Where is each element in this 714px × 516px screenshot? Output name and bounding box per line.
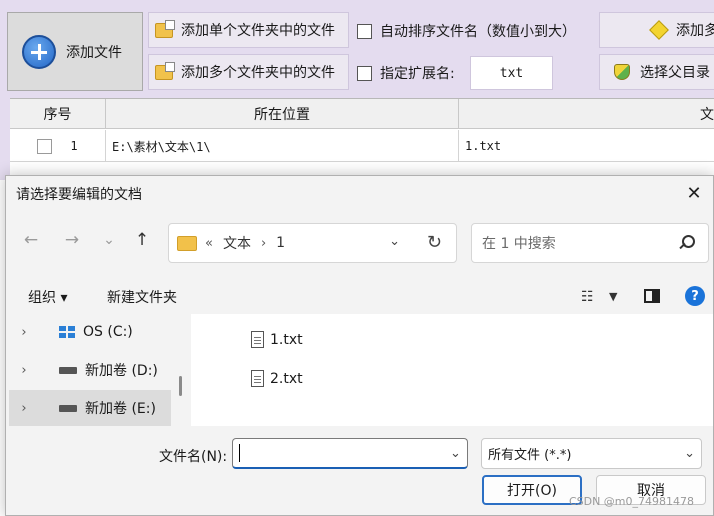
add-multi-folder-button[interactable]: 添加多个文件夹中的文件 [148, 54, 349, 90]
chevron-right-icon[interactable]: › [9, 325, 39, 340]
ext-label: 指定扩展名: [380, 66, 455, 82]
filename-label: 文件名(N): [159, 449, 228, 465]
tree-item-os-c[interactable]: › OS (C:) [9, 314, 171, 350]
filename-history-chevron-icon[interactable]: ⌄ [450, 446, 461, 461]
folder-add-icon [155, 61, 175, 80]
add-file-button[interactable]: 添加文件 [7, 12, 143, 91]
search-icon[interactable] [678, 235, 695, 251]
add-plus-icon [22, 34, 56, 69]
ext-input[interactable]: txt [470, 56, 553, 90]
chevron-right-icon[interactable]: › [9, 363, 39, 378]
row-checkbox[interactable] [37, 138, 53, 154]
file-grid: 序号 所在位置 文 1 E:\素材\文本\1\ 1.txt [10, 98, 714, 180]
file-list: 1.txt 2.txt [191, 314, 713, 426]
text-file-icon [251, 370, 264, 387]
table-row[interactable]: 1 E:\素材\文本\1\ 1.txt [10, 130, 714, 162]
tree-item-drive-e[interactable]: › 新加卷 (E:) [9, 390, 171, 426]
refresh-icon[interactable]: ↻ [427, 232, 442, 253]
list-item[interactable]: 1.txt [251, 331, 303, 348]
filename-input[interactable] [232, 438, 468, 469]
text-caret [239, 444, 240, 462]
tree-scrollbar[interactable] [179, 376, 182, 396]
row-index-cell: 1 [10, 130, 106, 162]
row-filename: 1.txt [465, 139, 502, 153]
auto-sort-checkbox[interactable]: 自动排序文件名（数值小到大） [357, 21, 576, 41]
file-name: 1.txt [270, 331, 303, 348]
search-input[interactable]: 在 1 中搜索 [471, 223, 709, 263]
auto-sort-label: 自动排序文件名（数值小到大） [380, 24, 576, 40]
command-bar: 组织 ▾ 新建文件夹 ☷ ▼ ? [6, 280, 713, 312]
col-name-header[interactable]: 文 [459, 99, 714, 129]
file-name: 2.txt [270, 370, 303, 387]
forward-arrow-icon[interactable]: → [61, 229, 83, 251]
background-app: 添加文件 添加单个文件夹中的文件 添加多个文件夹中的文件 自动排序文件名（数值小… [0, 0, 714, 180]
grid-header: 序号 所在位置 文 [10, 99, 714, 129]
checkbox-box[interactable] [357, 23, 372, 39]
shield-icon [614, 64, 630, 80]
drive-icon [59, 404, 77, 412]
dialog-title: 请选择要编辑的文档 [16, 187, 142, 203]
navigation-tree: › OS (C:) › 新加卷 (D:) › 新加卷 (E:) [9, 314, 175, 426]
windows-drive-icon [59, 326, 75, 338]
ext-checkbox[interactable]: 指定扩展名: [357, 63, 455, 83]
open-button[interactable]: 打开(O) [482, 475, 582, 505]
folder-add-icon [155, 19, 175, 38]
chevron-right-icon[interactable]: › [9, 401, 39, 416]
tree-item-label: 新加卷 (E:) [85, 401, 156, 417]
open-file-dialog: 请选择要编辑的文档 ✕ ← → ⌄ ↑ « 文本 › 1 ⌄ ↻ 在 1 中搜索… [5, 175, 714, 516]
file-type-value: 所有文件 (*.*) [488, 448, 572, 463]
add-file-label: 添加文件 [66, 44, 122, 61]
tree-item-drive-d[interactable]: › 新加卷 (D:) [9, 352, 171, 388]
add-multi-folder-label: 添加多个文件夹中的文件 [181, 65, 335, 81]
organize-menu[interactable]: 组织 ▾ [28, 287, 67, 307]
back-arrow-icon[interactable]: ← [20, 229, 42, 251]
row-location: E:\素材\文本\1\ [106, 130, 459, 162]
row-index: 1 [70, 139, 78, 153]
text-file-icon [251, 331, 264, 348]
add-more-button[interactable]: 添加多 [599, 12, 714, 48]
address-segment[interactable]: 1 [276, 235, 285, 251]
view-list-icon[interactable]: ☷ [581, 289, 594, 305]
col-location-header[interactable]: 所在位置 [106, 99, 459, 129]
chevron-down-icon[interactable]: ⌄ [684, 446, 695, 461]
file-type-select[interactable]: 所有文件 (*.*) ⌄ [481, 438, 702, 469]
recent-locations-chevron-icon[interactable]: ⌄ [98, 229, 120, 251]
tree-item-label: 新加卷 (D:) [85, 363, 158, 379]
add-single-folder-label: 添加单个文件夹中的文件 [181, 23, 335, 39]
list-item[interactable]: 2.txt [251, 370, 303, 387]
address-segment[interactable]: 文本 [223, 233, 251, 253]
add-more-label: 添加多 [676, 23, 714, 39]
choose-parent-label: 选择父目录 [640, 65, 710, 81]
chevron-right-icon: › [260, 235, 267, 251]
address-bar[interactable]: « 文本 › 1 ⌄ ↻ [168, 223, 457, 263]
help-icon[interactable]: ? [685, 286, 705, 306]
add-single-folder-button[interactable]: 添加单个文件夹中的文件 [148, 12, 349, 48]
tree-item-label: OS (C:) [83, 324, 133, 340]
close-icon[interactable]: ✕ [679, 178, 709, 208]
drive-icon [59, 366, 77, 374]
address-overflow[interactable]: « [205, 236, 213, 251]
choose-parent-button[interactable]: 选择父目录 [599, 54, 714, 90]
preview-pane-icon[interactable] [644, 289, 660, 303]
folder-icon [177, 235, 197, 251]
pen-icon [649, 20, 669, 40]
col-index-header[interactable]: 序号 [10, 99, 106, 129]
search-placeholder: 在 1 中搜索 [482, 236, 556, 252]
watermark: CSDN @m0_74981478 [568, 495, 694, 508]
new-folder-button[interactable]: 新建文件夹 [107, 287, 177, 307]
checkbox-box[interactable] [357, 65, 372, 81]
up-arrow-icon[interactable]: ↑ [131, 229, 153, 251]
view-dropdown-icon[interactable]: ▼ [609, 290, 617, 303]
chevron-down-icon[interactable]: ⌄ [389, 234, 400, 249]
